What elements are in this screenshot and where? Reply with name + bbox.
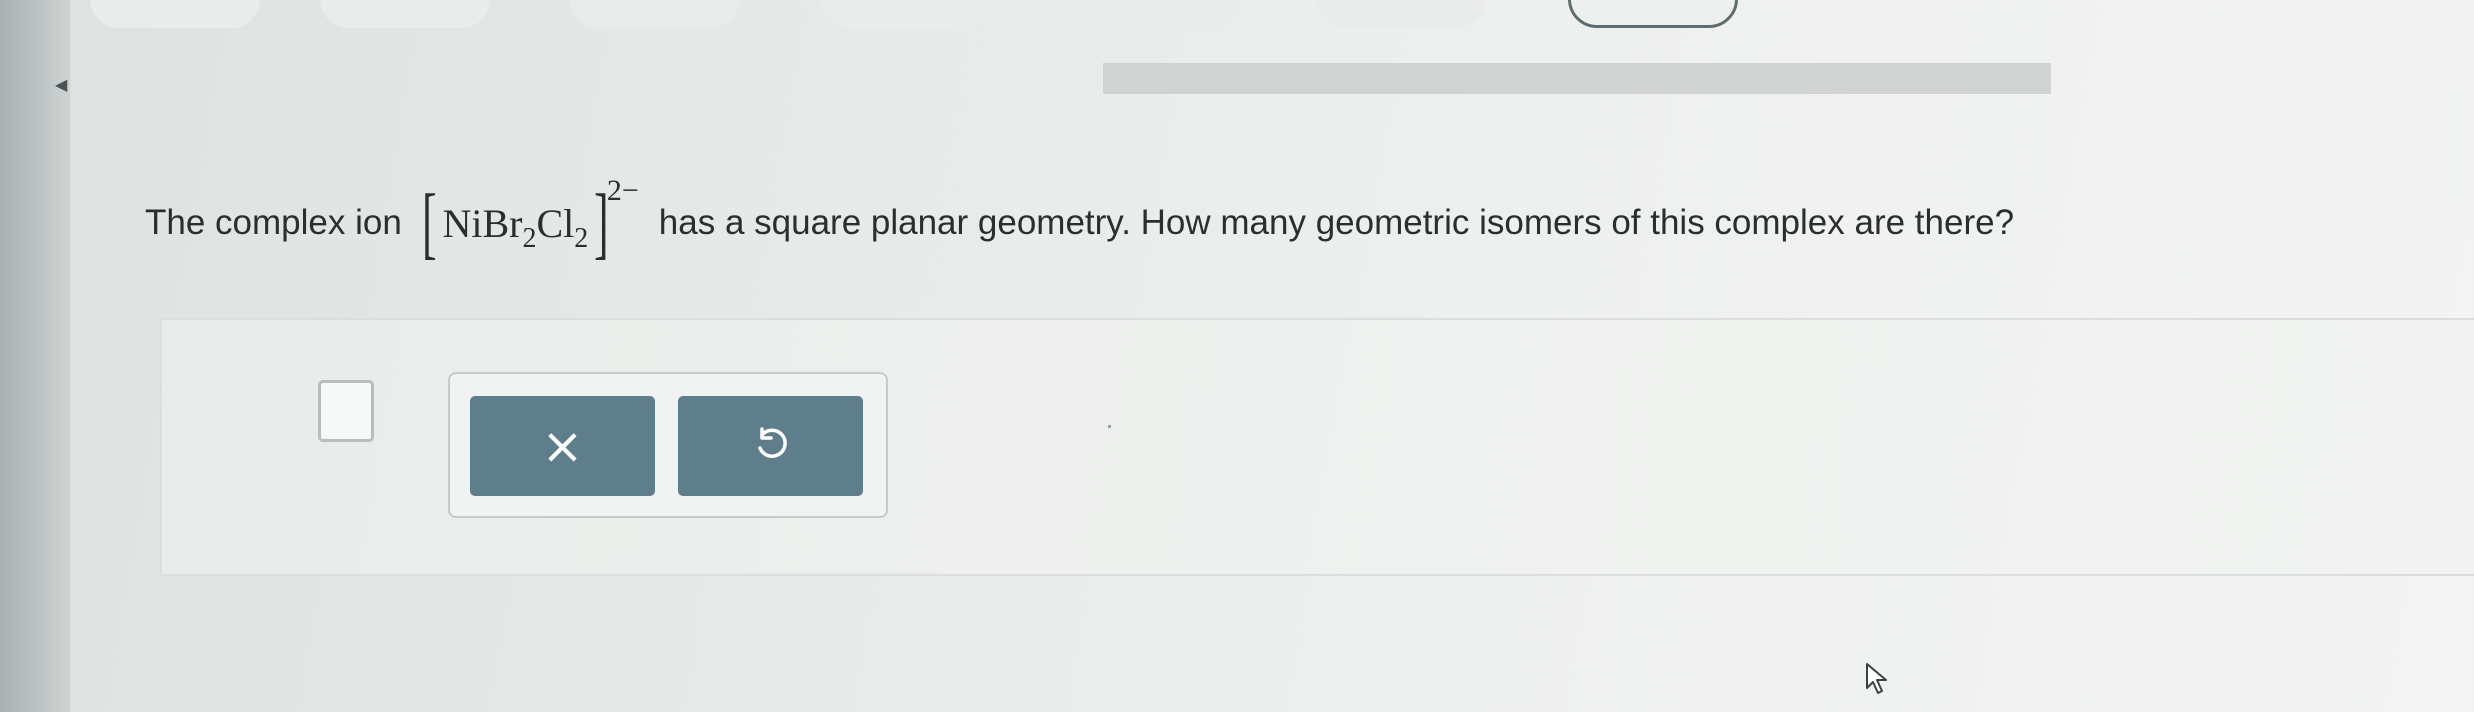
question-text: The complex ion [ NiBr 2 Cl 2 ] 2− has a…	[145, 168, 2435, 278]
question-text-before: The complex ion	[145, 203, 402, 242]
nav-step-current[interactable]	[1568, 0, 1738, 28]
formula-subscript-1: 2	[522, 223, 537, 254]
undo-button[interactable]	[678, 396, 863, 496]
nav-step-button[interactable]	[1070, 0, 1240, 28]
mouse-cursor-icon	[1866, 663, 1887, 694]
nav-step-button[interactable]	[90, 0, 260, 28]
speck	[1108, 425, 1111, 428]
answer-tools: ×	[448, 372, 888, 518]
question-text-after: has a square planar geometry. How many g…	[658, 203, 2015, 242]
back-arrow-icon[interactable]: ◀	[55, 75, 67, 95]
clear-button[interactable]: ×	[470, 396, 655, 496]
close-icon: ×	[541, 417, 584, 475]
nav-step-button[interactable]	[820, 0, 990, 28]
nav-step-button[interactable]	[320, 0, 490, 28]
nav-step-button[interactable]	[570, 0, 740, 28]
nav-step-button[interactable]	[1315, 0, 1485, 28]
undo-icon	[757, 427, 787, 458]
formula-charge: 2−	[606, 174, 639, 207]
formula-mid: Cl	[536, 200, 575, 246]
formula-base: NiBr	[442, 200, 523, 246]
answer-input[interactable]	[318, 380, 374, 442]
progress-bar	[1103, 63, 2051, 94]
left-edge	[0, 0, 70, 712]
formula-subscript-2: 2	[574, 223, 589, 254]
chemical-formula: [ NiBr 2 Cl 2 ] 2−	[416, 174, 639, 267]
left-bracket: [	[421, 179, 437, 267]
